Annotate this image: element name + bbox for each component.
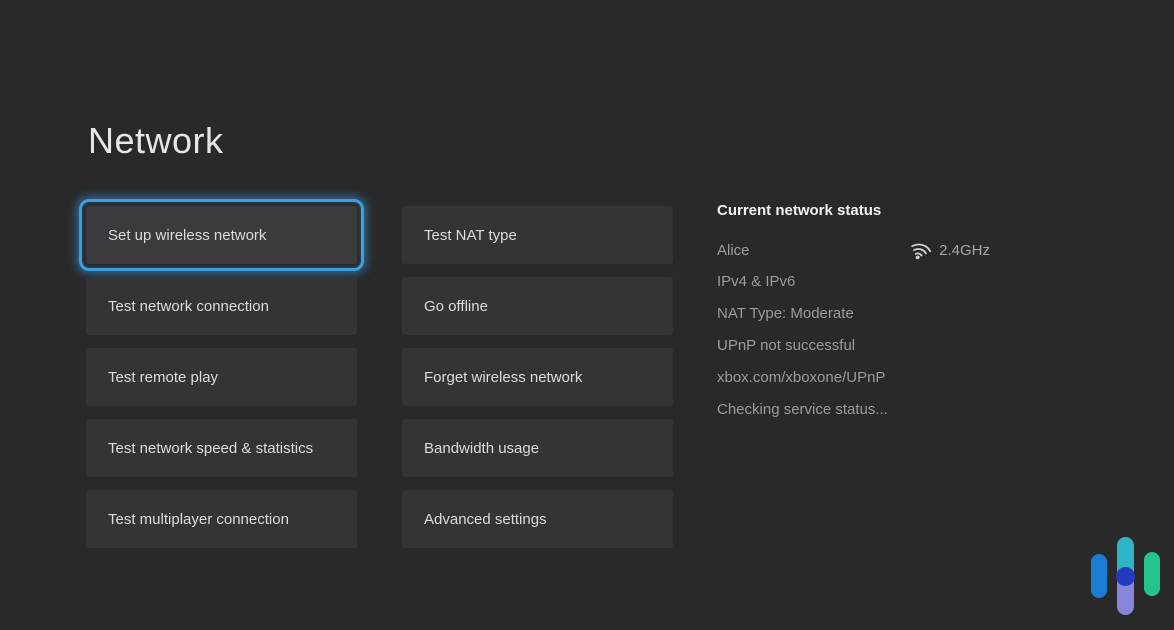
button-label: Test multiplayer connection — [108, 511, 289, 528]
wifi-signal-icon — [909, 239, 933, 261]
go-offline-button[interactable]: Go offline — [402, 277, 673, 335]
button-label: Test NAT type — [424, 227, 517, 244]
button-label: Test remote play — [108, 369, 218, 386]
menu-column-1: Set up wireless network Test network con… — [86, 206, 357, 548]
setup-wireless-network-button[interactable]: Set up wireless network — [86, 206, 357, 264]
button-label: Test network speed & statistics — [108, 440, 313, 457]
current-network-status-panel: Current network status Alice 2.4GHz IPv4… — [717, 202, 990, 426]
test-remote-play-button[interactable]: Test remote play — [86, 348, 357, 406]
wifi-band-group: 2.4GHz — [909, 239, 990, 261]
logo-bar-right-green — [1144, 552, 1160, 596]
status-panel-heading: Current network status — [717, 202, 990, 220]
forget-wireless-network-button[interactable]: Forget wireless network — [402, 348, 673, 406]
advanced-settings-button[interactable]: Advanced settings — [402, 490, 673, 548]
test-network-connection-button[interactable]: Test network connection — [86, 277, 357, 335]
menu-column-2: Test NAT type Go offline Forget wireless… — [402, 206, 673, 548]
status-line-service-check: Checking service status... — [717, 394, 990, 426]
test-nat-type-button[interactable]: Test NAT type — [402, 206, 673, 264]
page-title: Network — [88, 120, 224, 162]
wifi-band-label: 2.4GHz — [939, 242, 990, 259]
logo-center-circle — [1116, 567, 1135, 586]
status-line-upnp: UPnP not successful — [717, 330, 990, 362]
status-line-ip-protocols: IPv4 & IPv6 — [717, 266, 990, 298]
network-settings-screen: Network Set up wireless network Test net… — [0, 0, 1174, 630]
status-line-upnp-url: xbox.com/xboxone/UPnP — [717, 362, 990, 394]
button-label: Forget wireless network — [424, 369, 582, 386]
wifi-network-row: Alice 2.4GHz — [717, 234, 990, 266]
test-network-speed-statistics-button[interactable]: Test network speed & statistics — [86, 419, 357, 477]
button-label: Advanced settings — [424, 511, 547, 528]
button-label: Go offline — [424, 298, 488, 315]
status-line-nat-type: NAT Type: Moderate — [717, 298, 990, 330]
test-multiplayer-connection-button[interactable]: Test multiplayer connection — [86, 490, 357, 548]
bandwidth-usage-button[interactable]: Bandwidth usage — [402, 419, 673, 477]
button-label: Test network connection — [108, 298, 269, 315]
button-label: Set up wireless network — [108, 227, 266, 244]
logo-bar-left-blue — [1091, 554, 1107, 598]
button-label: Bandwidth usage — [424, 440, 539, 457]
network-name: Alice — [717, 242, 750, 259]
security-org-soundbar-logo — [1087, 537, 1162, 615]
